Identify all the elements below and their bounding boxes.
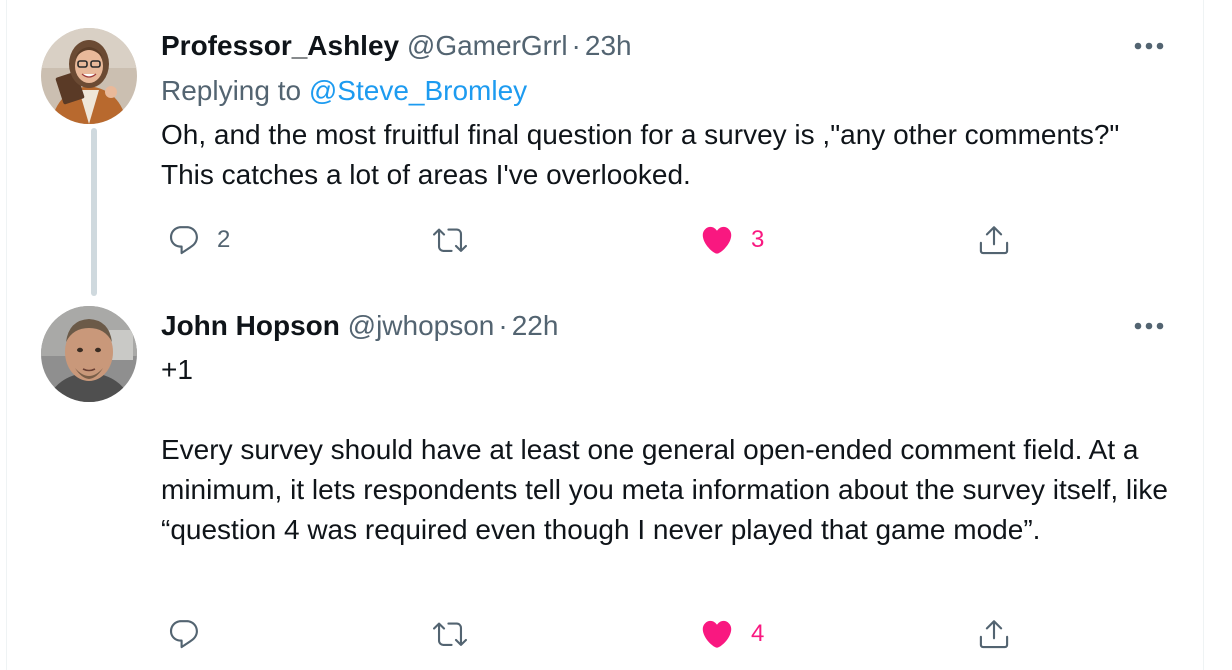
tweet-text: +1 Every survey should have at least one… [161, 350, 1171, 550]
share-icon [979, 226, 1009, 255]
heart-icon [702, 620, 732, 648]
tweet[interactable]: John Hopson @jwhopson · 22h +1 Every surve… [7, 300, 1205, 670]
tweet-header: John Hopson @jwhopson · 22h [161, 308, 558, 344]
avatar[interactable] [41, 306, 137, 402]
reply-icon [169, 620, 198, 649]
reply-button[interactable]: 2 [167, 218, 230, 262]
more-options-button[interactable] [1131, 308, 1167, 344]
retweet-icon [433, 622, 467, 646]
avatar-photo-icon [41, 28, 137, 124]
tweet-paragraph: Every survey should have at least one ge… [161, 434, 1168, 545]
header-separator: · [498, 310, 508, 341]
tweet-actions: 4 [161, 612, 1061, 656]
reply-count: 2 [217, 226, 231, 253]
header-separator: · [571, 30, 581, 61]
share-button[interactable] [977, 612, 1011, 656]
more-icon [1134, 322, 1164, 330]
tweet-text: Oh, and the most fruitful final question… [161, 115, 1171, 195]
tweet-paragraph: Oh, and the most fruitful final question… [161, 119, 1120, 190]
tweet[interactable]: Professor_Ashley @GamerGrrl · 23h Replying… [7, 0, 1205, 300]
more-options-button[interactable] [1131, 28, 1167, 64]
like-button[interactable]: 3 [699, 218, 764, 262]
retweet-button[interactable] [433, 218, 483, 262]
reply-icon [169, 226, 198, 255]
tweet-paragraph: +1 [161, 354, 193, 385]
author-handle[interactable]: @GamerGrrl [407, 30, 568, 61]
like-count: 3 [751, 226, 765, 253]
replying-to-label: Replying to [161, 75, 302, 106]
retweet-icon [433, 228, 467, 252]
tweet-actions: 2 3 [161, 218, 1061, 262]
replying-to-line: Replying to @Steve_Bromley [161, 72, 527, 110]
reply-button[interactable] [167, 612, 217, 656]
tweet-timestamp[interactable]: 23h [585, 30, 632, 61]
retweet-button[interactable] [433, 612, 483, 656]
tweet-timestamp[interactable]: 22h [512, 310, 559, 341]
author-name[interactable]: Professor_Ashley [161, 30, 399, 61]
avatar[interactable] [41, 28, 137, 124]
replying-to-mention[interactable]: @Steve_Bromley [309, 75, 527, 106]
like-count: 4 [751, 620, 765, 647]
share-button[interactable] [977, 218, 1011, 262]
author-handle[interactable]: @jwhopson [348, 310, 495, 341]
tweet-thread: Professor_Ashley @GamerGrrl · 23h Replying… [6, 0, 1204, 670]
like-button[interactable]: 4 [699, 612, 764, 656]
author-name[interactable]: John Hopson [161, 310, 340, 341]
avatar-photo-icon [41, 306, 137, 402]
more-icon [1134, 42, 1164, 50]
heart-icon [702, 226, 732, 254]
share-icon [979, 620, 1009, 649]
paragraph-break [161, 390, 1171, 430]
tweet-header: Professor_Ashley @GamerGrrl · 23h [161, 28, 632, 64]
